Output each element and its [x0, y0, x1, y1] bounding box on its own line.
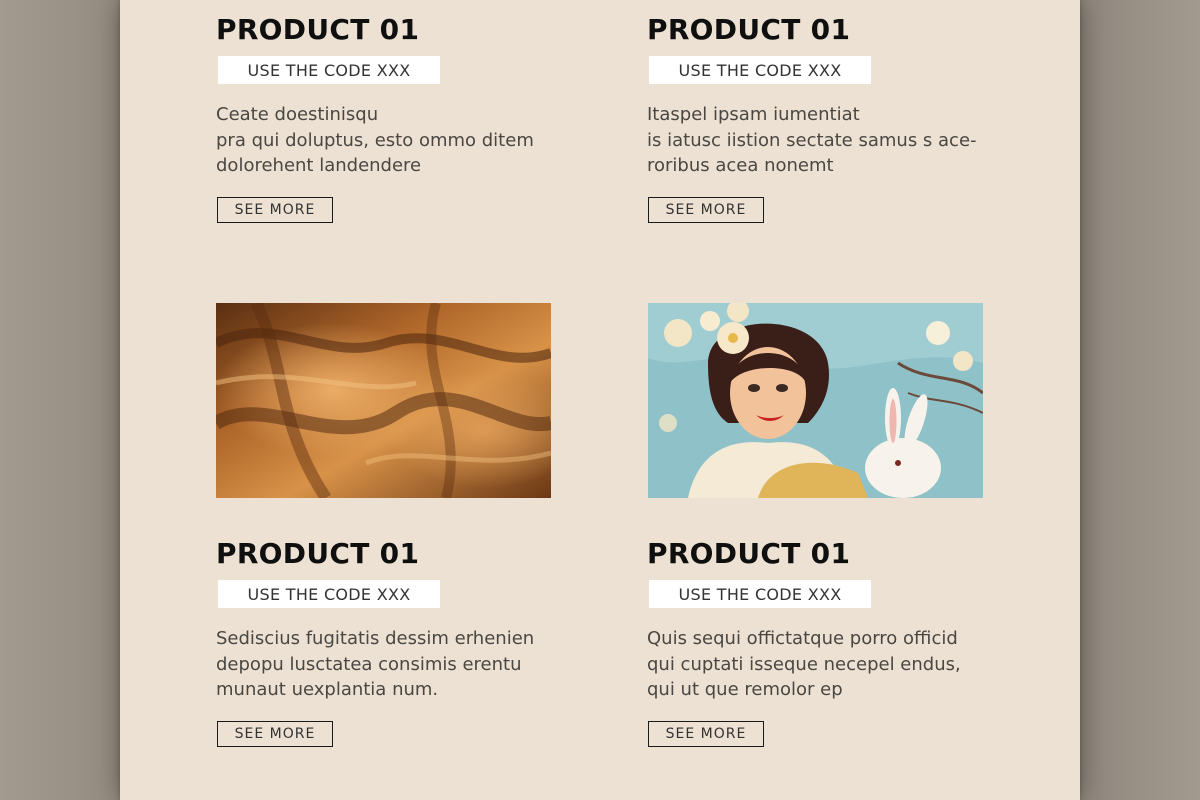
- see-more-button[interactable]: SEE MORE: [648, 721, 764, 747]
- description-line: depopu lusctatea consimis erentu: [216, 653, 522, 675]
- product-description: Sediscius fugitatis dessim erhenien depo…: [216, 626, 552, 703]
- description-line: qui ut que remolor ep: [647, 679, 843, 700]
- outer-background-right: [1080, 0, 1200, 800]
- promo-code-text: USE THE CODE XXX: [247, 584, 411, 604]
- promo-code-text: USE THE CODE XXX: [678, 584, 842, 604]
- description-line: Sediscius fugitatis dessim erhenien: [216, 628, 535, 649]
- retro-woman-bunny-illustration: [648, 303, 983, 498]
- promo-code-badge: USE THE CODE XXX: [649, 56, 871, 84]
- promo-code-badge: USE THE CODE XXX: [218, 56, 440, 84]
- product-title: PRODUCT 01: [647, 537, 851, 570]
- description-line: dolorehent landendere: [216, 155, 422, 176]
- product-title: PRODUCT 01: [216, 537, 420, 570]
- description-line: pra qui doluptus, esto ommo ditem: [216, 129, 534, 151]
- promo-code-text: USE THE CODE XXX: [678, 60, 842, 80]
- product-image-retro-illustration[interactable]: [648, 303, 983, 498]
- promo-code-badge: USE THE CODE XXX: [218, 580, 440, 608]
- promo-code-text: USE THE CODE XXX: [247, 60, 411, 80]
- description-line: Quis sequi offictatque porro officid: [647, 628, 958, 649]
- product-title: PRODUCT 01: [647, 13, 851, 46]
- description-line: is iatusc iistion sectate samus s ace-: [647, 129, 977, 151]
- description-line: Ceate doestinisqu: [216, 104, 379, 125]
- promo-code-badge: USE THE CODE XXX: [649, 580, 871, 608]
- description-line: qui cuptati isseque necepel endus,: [647, 653, 961, 675]
- product-title: PRODUCT 01: [216, 13, 420, 46]
- see-more-button[interactable]: SEE MORE: [217, 197, 333, 223]
- description-line: Itaspel ipsam iumentiat: [647, 104, 860, 125]
- description-line: munaut uexplantia num.: [216, 679, 439, 700]
- outer-background-left: [0, 0, 120, 800]
- product-description: Quis sequi offictatque porro officid qui…: [647, 626, 983, 703]
- product-description: Itaspel ipsam iumentiat is iatusc iistio…: [647, 102, 983, 179]
- leather-fabric-illustration: [216, 303, 551, 498]
- product-image-leather[interactable]: [216, 303, 551, 498]
- description-line: roribus acea nonemt: [647, 155, 834, 176]
- product-description: Ceate doestinisqu pra qui doluptus, esto…: [216, 102, 552, 179]
- see-more-button[interactable]: SEE MORE: [217, 721, 333, 747]
- page-sheet: PRODUCT 01 USE THE CODE XXX Ceate doesti…: [120, 0, 1080, 800]
- see-more-button[interactable]: SEE MORE: [648, 197, 764, 223]
